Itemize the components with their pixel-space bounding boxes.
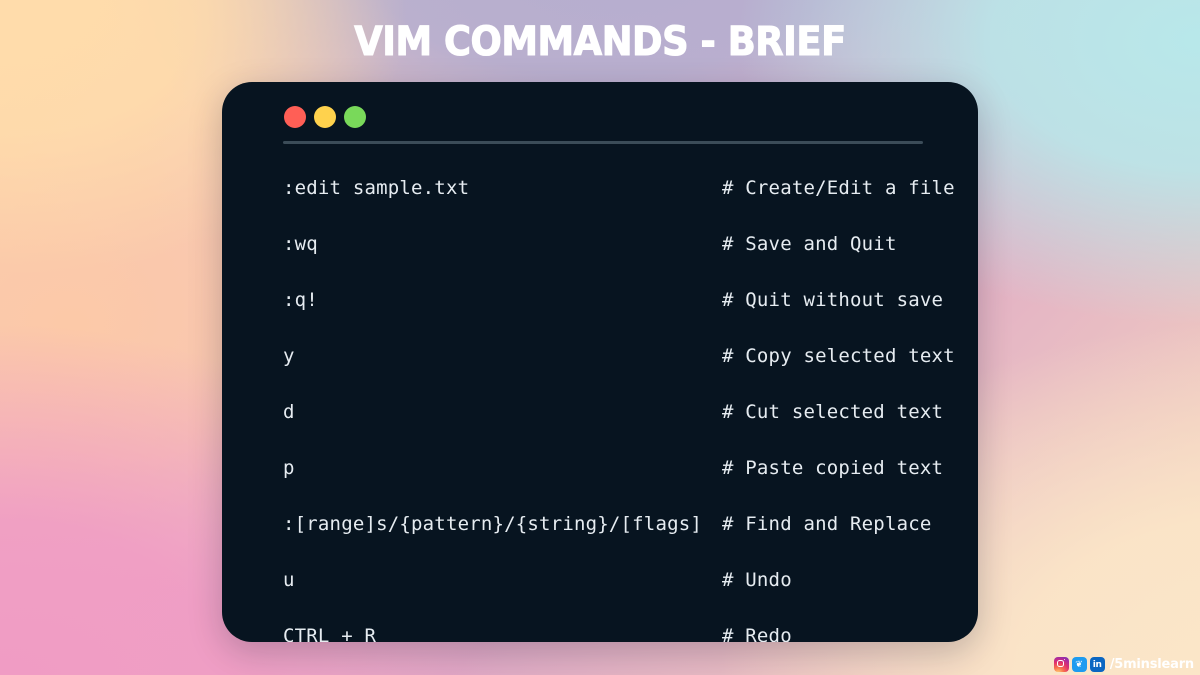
poster-canvas: VIM COMMANDS - BRIEF :edit sample.txt # … (0, 0, 1200, 675)
command-description: # Create/Edit a file (722, 177, 955, 199)
instagram-icon[interactable] (1053, 656, 1069, 672)
command-row: u # Undo (222, 552, 978, 608)
social-watermark: ❦ in /5minslearn (1053, 655, 1195, 673)
command-description: # Cut selected text (722, 401, 944, 423)
command-description: # Save and Quit (722, 233, 897, 255)
minimize-dot[interactable] (314, 106, 336, 128)
command-key: u (283, 569, 295, 591)
twitter-bird-glyph: ❦ (1075, 659, 1083, 670)
page-title: VIM COMMANDS - BRIEF (354, 18, 847, 65)
linkedin-mark-glyph: in (1092, 659, 1102, 670)
command-key: p (283, 457, 295, 479)
command-row: :[range]s/{pattern}/{string}/[flags] # F… (222, 496, 978, 552)
command-key: y (283, 345, 295, 367)
command-description: # Redo (722, 625, 792, 642)
social-handle: /5minslearn (1109, 656, 1195, 672)
command-list: :edit sample.txt # Create/Edit a file :w… (222, 160, 978, 642)
command-key: :q! (283, 289, 318, 311)
close-dot[interactable] (284, 106, 306, 128)
command-row: CTRL + R # Redo (222, 608, 978, 642)
command-key: :[range]s/{pattern}/{string}/[flags] (283, 513, 703, 535)
command-description: # Find and Replace (722, 513, 932, 535)
window-controls (284, 106, 366, 128)
twitter-icon[interactable]: ❦ (1071, 656, 1087, 672)
command-row: :q! # Quit without save (222, 272, 978, 328)
command-key: d (283, 401, 295, 423)
maximize-dot[interactable] (344, 106, 366, 128)
terminal-window: :edit sample.txt # Create/Edit a file :w… (222, 82, 978, 642)
command-row: y # Copy selected text (222, 328, 978, 384)
titlebar-divider (283, 141, 923, 144)
command-row: :wq # Save and Quit (222, 216, 978, 272)
command-key: :wq (283, 233, 318, 255)
terminal-titlebar (222, 82, 978, 144)
command-row: p # Paste copied text (222, 440, 978, 496)
command-key: :edit sample.txt (283, 177, 470, 199)
linkedin-icon[interactable]: in (1089, 656, 1105, 672)
command-row: d # Cut selected text (222, 384, 978, 440)
command-description: # Paste copied text (722, 457, 944, 479)
command-description: # Copy selected text (722, 345, 955, 367)
command-description: # Quit without save (722, 289, 944, 311)
command-row: :edit sample.txt # Create/Edit a file (222, 160, 978, 216)
command-key: CTRL + R (283, 625, 377, 642)
command-description: # Undo (722, 569, 792, 591)
